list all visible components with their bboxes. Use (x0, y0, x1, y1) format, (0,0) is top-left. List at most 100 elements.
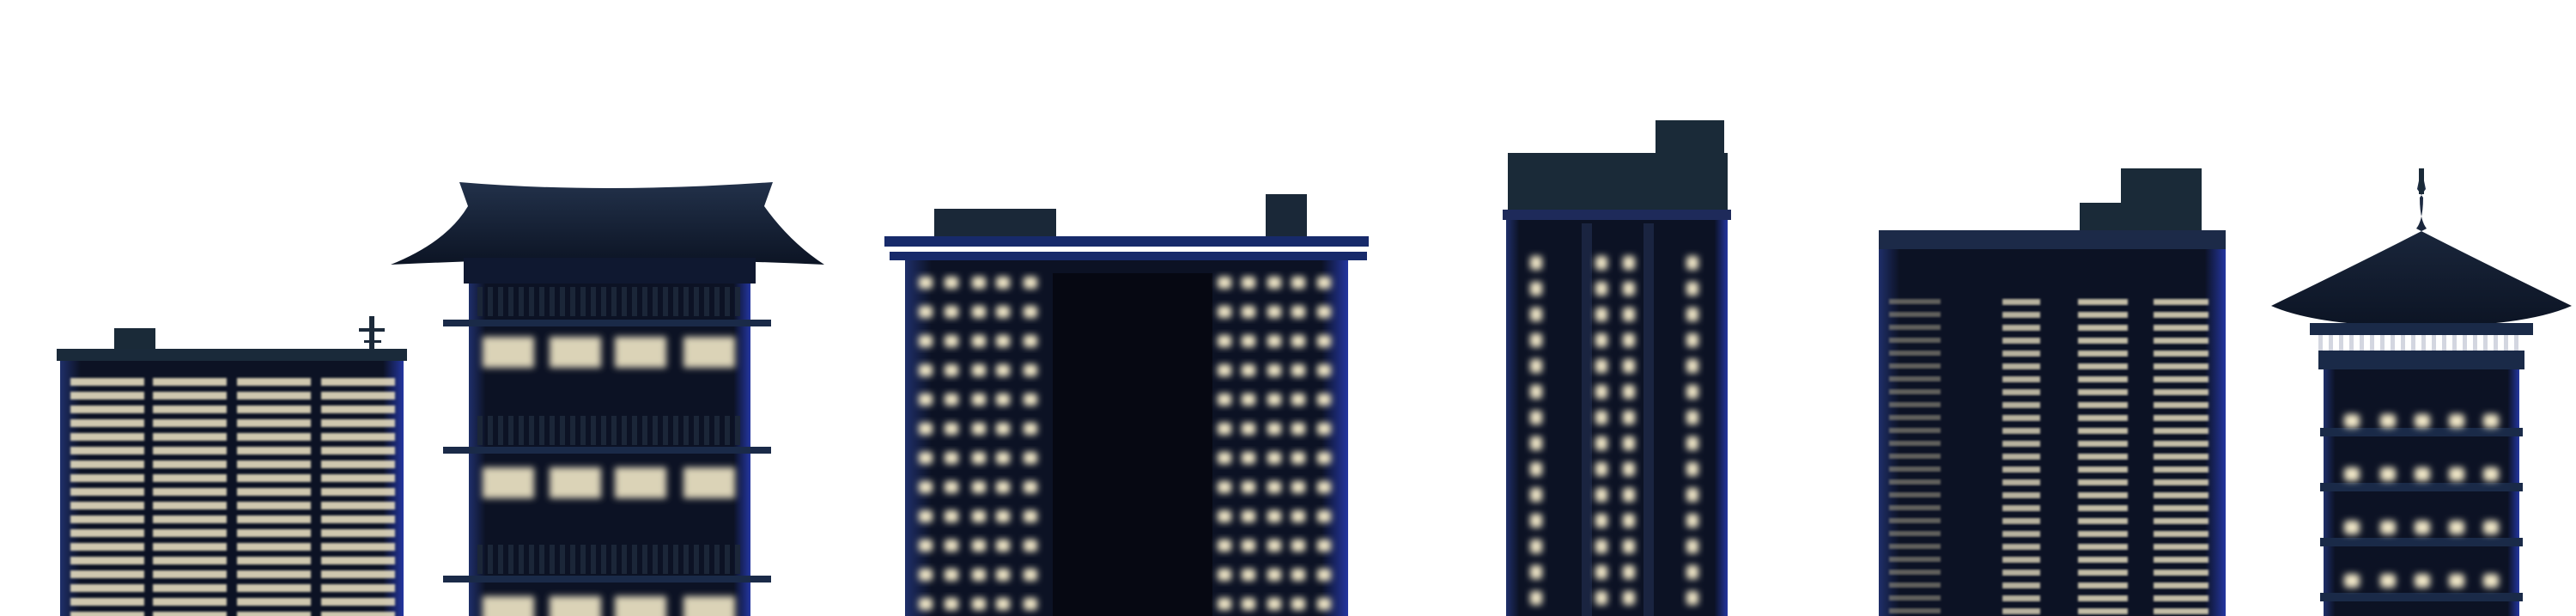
floor-band (443, 576, 771, 582)
window (70, 460, 144, 468)
window (1317, 569, 1331, 581)
window (237, 447, 311, 454)
louver (488, 545, 493, 574)
window (1889, 570, 1941, 575)
window (1267, 393, 1281, 406)
window (1889, 505, 1941, 510)
window (1889, 325, 1941, 330)
window (2002, 363, 2040, 369)
louver (683, 287, 689, 316)
window (1623, 488, 1635, 502)
window (1530, 282, 1542, 296)
window (2078, 351, 2128, 357)
louver (529, 545, 534, 574)
window (683, 467, 735, 498)
window (2154, 312, 2208, 318)
window (1024, 423, 1037, 435)
louver (477, 287, 483, 316)
window (919, 423, 933, 435)
louver (683, 545, 689, 574)
office-low-rise-building (57, 316, 407, 616)
window (2154, 531, 2208, 537)
window (972, 364, 986, 376)
window (1889, 557, 1941, 562)
window (1623, 565, 1635, 579)
window (1317, 481, 1331, 493)
louver (550, 287, 555, 316)
window (2449, 414, 2464, 428)
window (1623, 462, 1635, 476)
window (615, 467, 666, 498)
window (2002, 325, 2040, 331)
window (1267, 277, 1281, 289)
window (483, 337, 534, 368)
louver (725, 416, 730, 445)
louver (642, 287, 647, 316)
window (2154, 595, 2208, 601)
louver (694, 287, 699, 316)
window (483, 467, 534, 498)
window (550, 596, 601, 616)
antenna-icon (359, 316, 385, 351)
window (1623, 514, 1635, 528)
window (70, 515, 144, 523)
window (2078, 402, 2128, 408)
window (919, 364, 933, 376)
window (1686, 282, 1698, 296)
window (2002, 312, 2040, 318)
window (996, 423, 1010, 435)
window (1889, 518, 1941, 523)
window (237, 543, 311, 551)
window (153, 529, 227, 537)
louver (560, 287, 565, 316)
window (153, 378, 227, 386)
window (153, 392, 227, 399)
window (1218, 481, 1231, 493)
window (153, 584, 227, 592)
window (1024, 306, 1037, 318)
window (321, 419, 395, 427)
louver (570, 545, 575, 574)
window (1024, 277, 1037, 289)
window (2078, 363, 2128, 369)
louver (539, 287, 544, 316)
window (972, 277, 986, 289)
window (1024, 335, 1037, 347)
window (1024, 510, 1037, 522)
louver (735, 287, 740, 316)
window (1242, 540, 1255, 552)
window (153, 543, 227, 551)
window (2154, 351, 2208, 357)
window (321, 502, 395, 509)
window (153, 612, 227, 616)
window (237, 557, 311, 564)
window (237, 612, 311, 616)
window (237, 529, 311, 537)
window (1317, 277, 1331, 289)
window (2078, 595, 2128, 601)
louver (560, 416, 565, 445)
city-skyline-illustration (57, 120, 2572, 616)
window (1024, 569, 1037, 581)
window (919, 306, 933, 318)
window (1267, 452, 1281, 464)
window (1623, 333, 1635, 347)
floor-band (2320, 483, 2523, 491)
window (996, 306, 1010, 318)
window (237, 474, 311, 482)
window (2002, 518, 2040, 524)
window (1530, 565, 1542, 579)
window (321, 406, 395, 413)
window (1889, 544, 1941, 549)
louver (570, 416, 575, 445)
window (153, 488, 227, 496)
window (237, 378, 311, 386)
window (70, 612, 144, 616)
window (2002, 299, 2040, 305)
louver (488, 416, 493, 445)
window (153, 474, 227, 482)
window (945, 335, 958, 347)
window (321, 460, 395, 468)
louver (508, 287, 513, 316)
window (70, 570, 144, 578)
